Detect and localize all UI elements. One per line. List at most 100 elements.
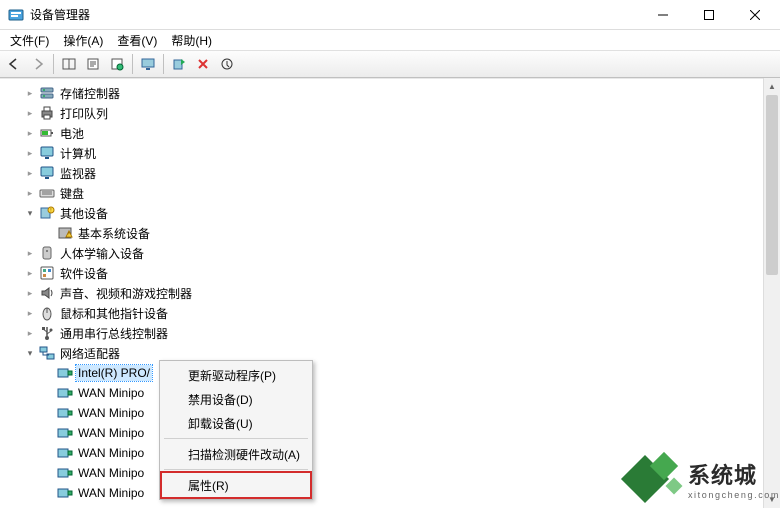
tree-item[interactable]: ▸ 存储控制器 (4, 83, 780, 103)
tree-item-label: WAN Minipo (76, 485, 146, 501)
storage-icon (39, 85, 55, 101)
tree-item[interactable]: ▸ 软件设备 (4, 263, 780, 283)
nic-icon (57, 385, 73, 401)
expander-closed-icon[interactable]: ▸ (22, 305, 38, 321)
svg-text:!: ! (68, 232, 69, 238)
nic-icon (57, 445, 73, 461)
toolbar-properties-button[interactable] (82, 53, 104, 75)
expander-closed-icon[interactable]: ▸ (22, 165, 38, 181)
scroll-thumb[interactable] (766, 95, 778, 275)
menu-help[interactable]: 帮助(H) (165, 31, 218, 50)
spacer-icon (40, 485, 56, 501)
tree-item[interactable]: ▸电池 (4, 123, 780, 143)
tree-item-label: WAN Minipo (76, 465, 146, 481)
tree-item[interactable]: ▸ 通用串行总线控制器 (4, 323, 780, 343)
menu-view[interactable]: 查看(V) (111, 31, 163, 50)
expander-closed-icon[interactable]: ▸ (22, 285, 38, 301)
tree-item[interactable]: ▸ 打印队列 (4, 103, 780, 123)
ctx-disable-device[interactable]: 禁用设备(D) (162, 387, 310, 411)
tree-item[interactable]: Intel(R) PRO/ (4, 363, 780, 383)
tree-item-label: WAN Minipo (76, 425, 146, 441)
expander-open-icon[interactable]: ▾ (22, 205, 38, 221)
tree-item-label: 其他设备 (58, 204, 110, 223)
network-icon (39, 345, 55, 361)
tree-item[interactable]: WAN Minipo (4, 423, 780, 443)
tree-item-label: 基本系统设备 (76, 224, 152, 243)
tree-item[interactable]: WAN Minipo (4, 403, 780, 423)
toolbar-show-hidden-button[interactable] (58, 53, 80, 75)
expander-closed-icon[interactable]: ▸ (22, 125, 38, 141)
tree-item-label: 软件设备 (58, 264, 110, 283)
title-bar: 设备管理器 (0, 0, 780, 30)
scroll-up-button[interactable]: ▲ (764, 78, 780, 95)
tree-item[interactable]: ▸ 监视器 (4, 163, 780, 183)
toolbar-separator (53, 54, 54, 74)
toolbar-separator (163, 54, 164, 74)
tree-item-label: 通用串行总线控制器 (58, 324, 170, 343)
tree-view: ▸存储控制器▸打印队列▸电池▸计算机▸监视器▸键盘▾!其他设备!基本系统设备▸人… (0, 78, 780, 508)
close-button[interactable] (732, 0, 778, 30)
toolbar-help-button[interactable] (106, 53, 128, 75)
expander-closed-icon[interactable]: ▸ (22, 265, 38, 281)
minimize-button[interactable] (640, 0, 686, 30)
tree-item-label: 声音、视频和游戏控制器 (58, 284, 194, 303)
tree-item-label: 监视器 (58, 164, 98, 183)
ctx-scan-hardware[interactable]: 扫描检测硬件改动(A) (162, 442, 310, 466)
expander-closed-icon[interactable]: ▸ (22, 245, 38, 261)
tree-item[interactable]: ▸ 计算机 (4, 143, 780, 163)
toolbar (0, 50, 780, 78)
tree-item-label: WAN Minipo (76, 405, 146, 421)
ctx-separator (164, 438, 308, 439)
menu-bar: 文件(F) 操作(A) 查看(V) 帮助(H) (0, 30, 780, 50)
toolbar-forward-button[interactable] (27, 53, 49, 75)
toolbar-back-button[interactable] (3, 53, 25, 75)
monitor-icon (39, 145, 55, 161)
tree-item-label: 存储控制器 (58, 84, 122, 103)
warning-icon: ! (57, 225, 73, 241)
tree-item[interactable]: ▸人体学输入设备 (4, 243, 780, 263)
tree-item[interactable]: ▸ 声音、视频和游戏控制器 (4, 283, 780, 303)
nic-icon (57, 465, 73, 481)
toolbar-enable-button[interactable] (216, 53, 238, 75)
watermark-text-en: xitongcheng.com (688, 490, 780, 500)
monitor-icon (39, 165, 55, 181)
tree-item[interactable]: ▸鼠标和其他指针设备 (4, 303, 780, 323)
maximize-button[interactable] (686, 0, 732, 30)
software-icon (39, 265, 55, 281)
toolbar-scan-button[interactable] (168, 53, 190, 75)
tree-item[interactable]: ! 基本系统设备 (4, 223, 780, 243)
tree-item[interactable]: ▾! 其他设备 (4, 203, 780, 223)
menu-action[interactable]: 操作(A) (57, 31, 109, 50)
app-icon (8, 7, 24, 23)
nic-icon (57, 425, 73, 441)
expander-closed-icon[interactable]: ▸ (22, 145, 38, 161)
tree-item[interactable]: ▾网络适配器 (4, 343, 780, 363)
watermark: 系统城 xitongcheng.com (616, 450, 780, 508)
nic-icon (57, 365, 73, 381)
usb-icon (39, 325, 55, 341)
spacer-icon (40, 385, 56, 401)
expander-closed-icon[interactable]: ▸ (22, 325, 38, 341)
spacer-icon (40, 465, 56, 481)
expander-open-icon[interactable]: ▾ (22, 345, 38, 361)
toolbar-monitor-button[interactable] (137, 53, 159, 75)
spacer-icon (40, 425, 56, 441)
tree-item-label: 键盘 (58, 184, 86, 203)
toolbar-uninstall-button[interactable] (192, 53, 214, 75)
menu-file[interactable]: 文件(F) (4, 31, 55, 50)
tree-item-label: WAN Minipo (76, 385, 146, 401)
svg-text:!: ! (50, 208, 51, 214)
tree-item[interactable]: ▸ 键盘 (4, 183, 780, 203)
tree-item[interactable]: WAN Minipo (4, 383, 780, 403)
expander-closed-icon[interactable]: ▸ (22, 105, 38, 121)
mouse-icon (39, 305, 55, 321)
vertical-scrollbar[interactable]: ▲ ▼ (763, 78, 780, 508)
expander-closed-icon[interactable]: ▸ (22, 185, 38, 201)
spacer-icon (40, 405, 56, 421)
tree-item-label: 打印队列 (58, 104, 110, 123)
expander-closed-icon[interactable]: ▸ (22, 85, 38, 101)
ctx-uninstall-device[interactable]: 卸载设备(U) (162, 411, 310, 435)
ctx-properties[interactable]: 属性(R) (162, 473, 310, 497)
tree-item-label: 计算机 (58, 144, 98, 163)
ctx-update-driver[interactable]: 更新驱动程序(P) (162, 363, 310, 387)
